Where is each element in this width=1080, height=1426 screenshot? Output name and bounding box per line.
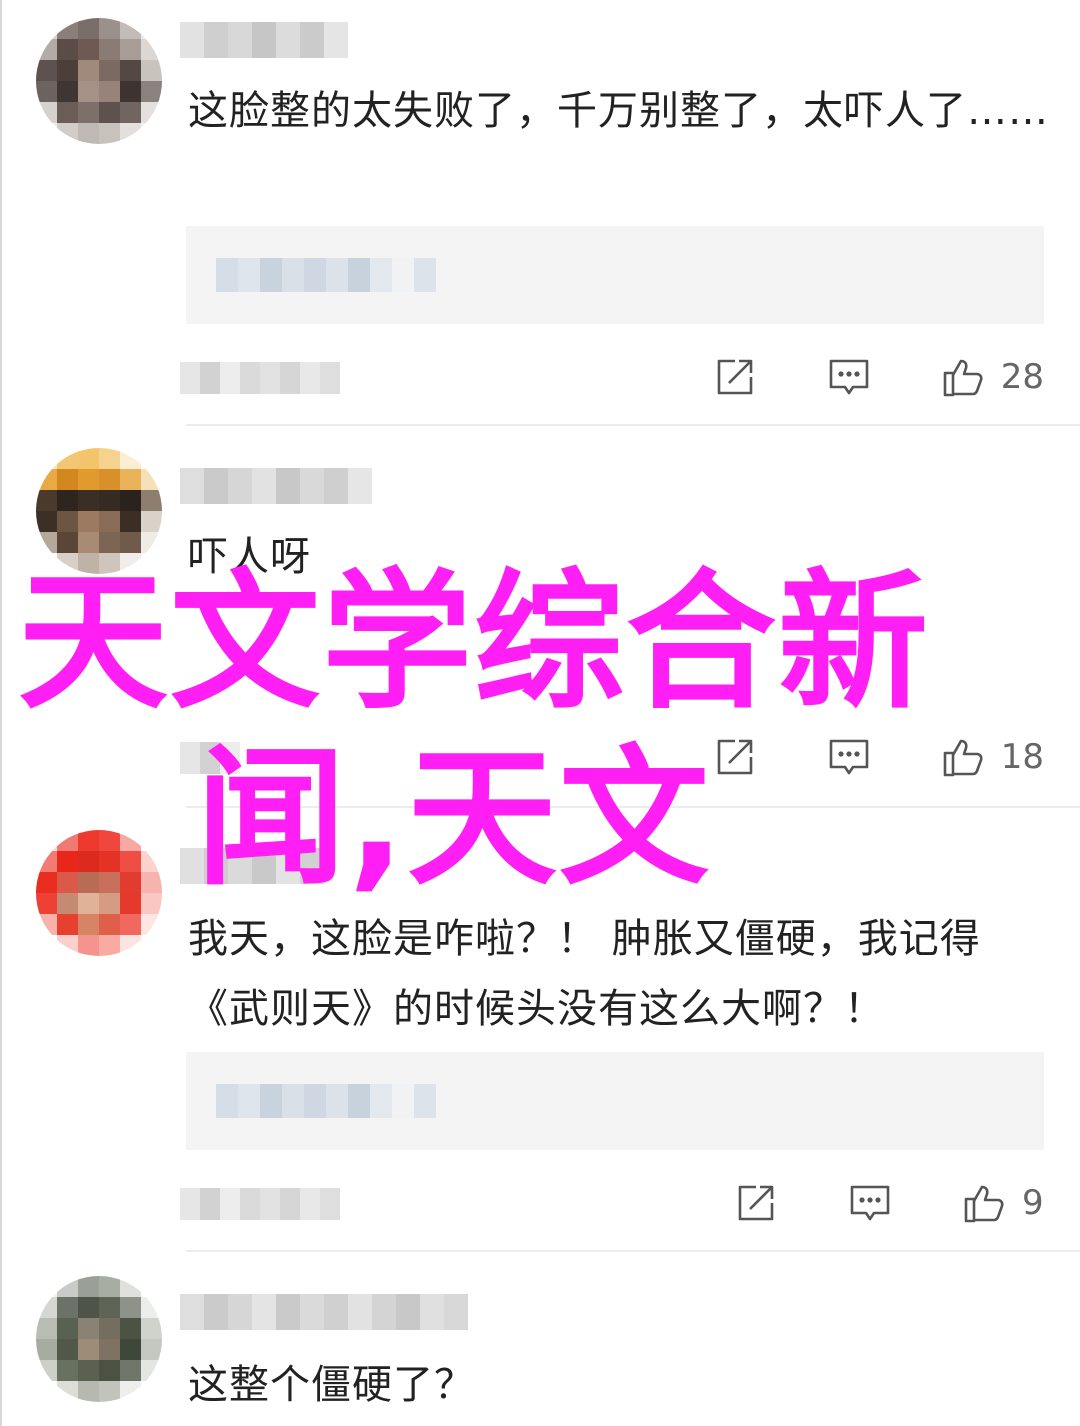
watermark-overlay-text: 天文学综合新 闻,天文	[18, 555, 1078, 907]
quoted-reply-text	[216, 1084, 436, 1118]
username[interactable]	[180, 1294, 468, 1330]
comment-text: 我天，这脸是咋啦？！ 肿胀又僵硬，我记得《武则天》的时候头没有这么大啊？！	[188, 916, 981, 1032]
share-icon[interactable]	[713, 355, 757, 399]
timestamp	[180, 1188, 340, 1220]
reply-icon[interactable]	[848, 1181, 892, 1225]
comment-actions: 9	[734, 1178, 1044, 1228]
comment-actions: 28	[713, 352, 1044, 402]
comment-text: 这脸整的太失败了，千万别整了，太吓人了……	[188, 88, 1049, 134]
like-count: 28	[1000, 357, 1044, 397]
quoted-reply-text	[216, 258, 436, 292]
left-edge-rule	[0, 0, 2, 1426]
watermark-line-1: 天文学综合新	[18, 556, 931, 730]
like-count: 9	[1022, 1183, 1044, 1223]
timestamp	[180, 362, 340, 394]
quoted-reply[interactable]	[186, 1052, 1044, 1150]
avatar[interactable]	[36, 1276, 162, 1402]
thumbs-up-icon[interactable]	[962, 1181, 1006, 1225]
comment-divider	[186, 1250, 1080, 1252]
comment-text: 这整个僵硬了？	[188, 1362, 475, 1408]
comment-divider	[186, 424, 1080, 426]
username[interactable]	[180, 468, 372, 504]
quoted-reply[interactable]	[186, 226, 1044, 324]
username[interactable]	[180, 22, 348, 58]
avatar[interactable]	[36, 18, 162, 144]
watermark-line-2: 闻,天文	[196, 732, 711, 906]
share-icon[interactable]	[734, 1181, 778, 1225]
thumbs-up-icon[interactable]	[941, 355, 985, 399]
reply-icon[interactable]	[827, 355, 871, 399]
